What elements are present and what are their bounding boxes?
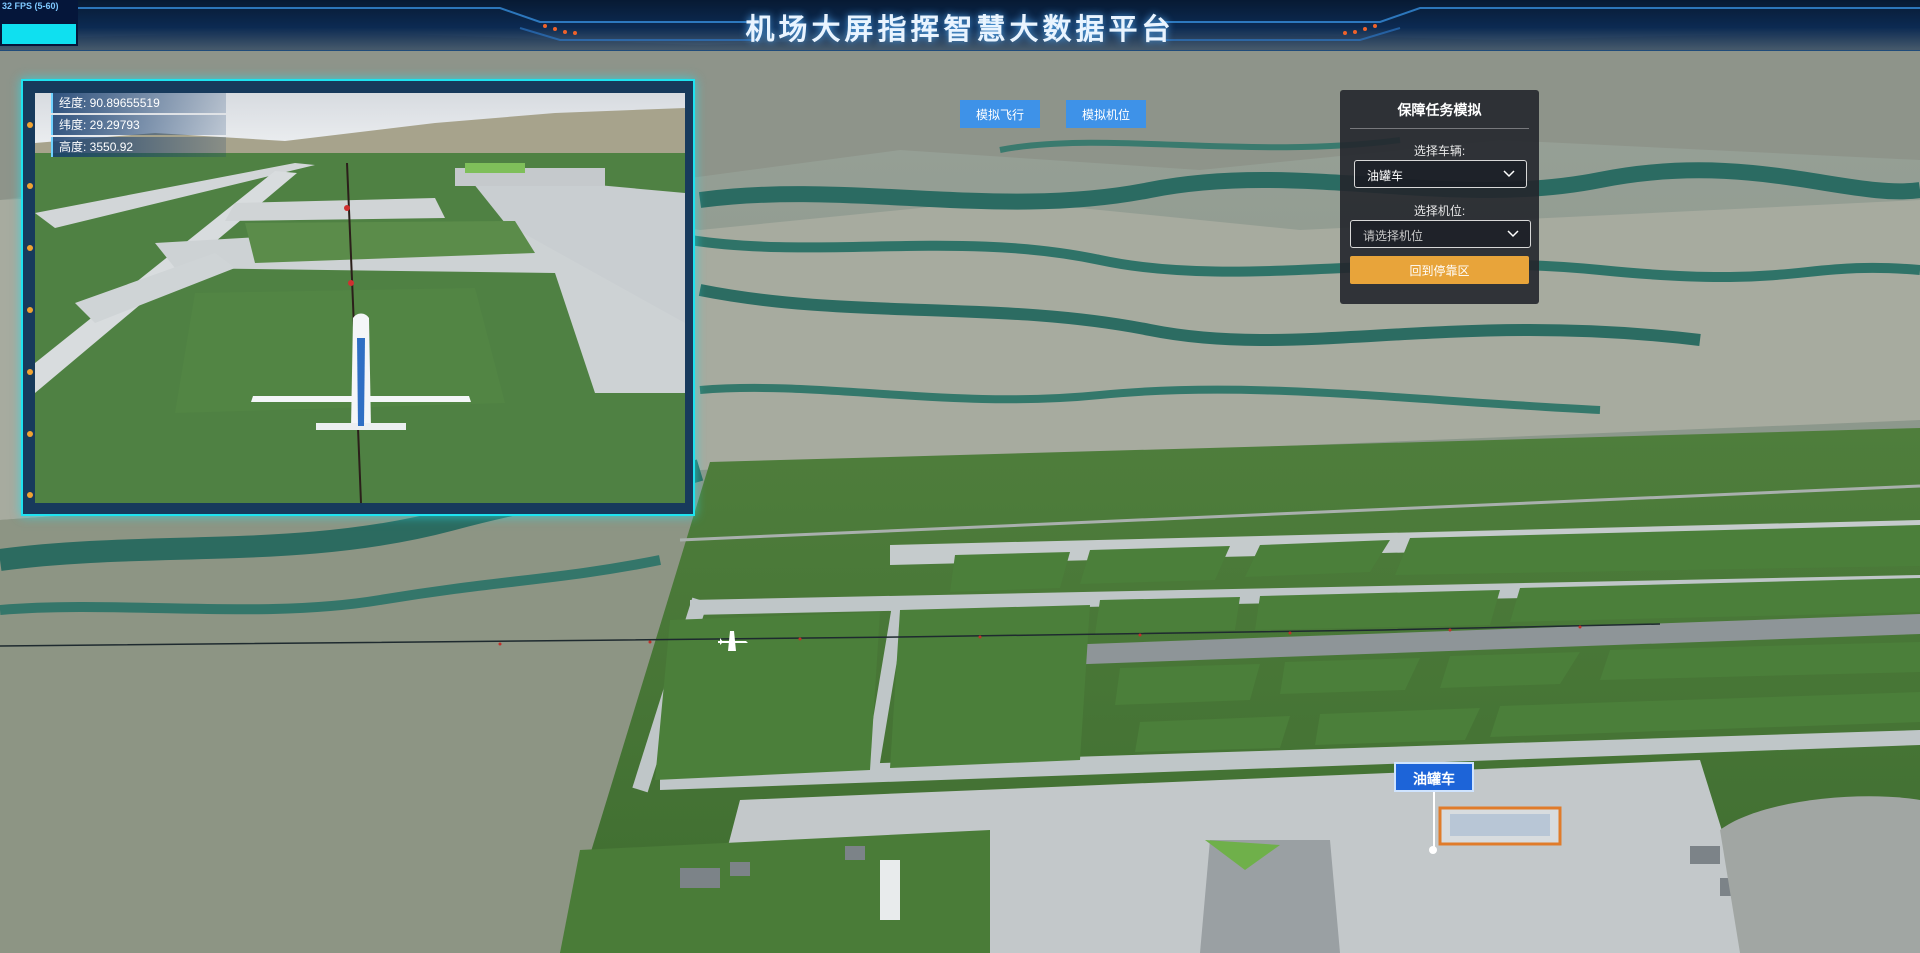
camera-inset-panel: 经度: 90.89655519 纬度: 29.29793 高度: 3550.92 <box>21 79 695 516</box>
inset-side-marker <box>27 122 33 128</box>
chevron-down-icon <box>1503 170 1515 178</box>
task-simulation-panel: 保障任务模拟 选择车辆: 油罐车 选择机位: 请选择机位 回到停靠区 <box>1340 90 1539 304</box>
vehicle-tag-stem <box>1433 792 1435 848</box>
altitude-readout: 高度: 3550.92 <box>51 137 226 157</box>
stand-select[interactable]: 请选择机位 <box>1350 220 1531 248</box>
page-title: 机场大屏指挥智慧大数据平台 <box>745 14 1175 46</box>
header-bar: 机场大屏指挥智慧大数据平台 <box>0 0 1920 51</box>
fps-label: 32 FPS (5-60) <box>2 1 59 11</box>
stand-select-placeholder: 请选择机位 <box>1363 229 1424 243</box>
return-to-parking-button[interactable]: 回到停靠区 <box>1350 256 1529 284</box>
longitude-readout: 经度: 90.89655519 <box>51 93 226 113</box>
fps-monitor: 32 FPS (5-60) <box>0 0 78 46</box>
inset-side-marker <box>27 183 33 189</box>
vehicle-select-value: 油罐车 <box>1367 169 1404 183</box>
inset-side-marker <box>27 369 33 375</box>
vehicle-select-label: 选择车辆: <box>1413 144 1466 158</box>
chevron-down-icon <box>1507 230 1519 238</box>
inset-side-marker <box>27 307 33 313</box>
inset-side-marker <box>27 492 33 498</box>
inset-side-marker <box>27 431 33 437</box>
vehicle-map-tag[interactable]: 油罐车 <box>1394 762 1474 792</box>
inset-side-marker <box>27 245 33 251</box>
simulate-stand-button[interactable]: 模拟机位 <box>1066 100 1146 128</box>
task-panel-divider <box>1350 128 1529 129</box>
simulate-flight-button[interactable]: 模拟飞行 <box>960 100 1040 128</box>
stand-select-label: 选择机位: <box>1413 204 1466 218</box>
task-panel-title: 保障任务模拟 <box>1397 102 1482 118</box>
fps-graph <box>2 24 76 44</box>
latitude-readout: 纬度: 29.29793 <box>51 115 226 135</box>
vehicle-select[interactable]: 油罐车 <box>1354 160 1527 188</box>
vehicle-position-dot <box>1429 846 1437 854</box>
